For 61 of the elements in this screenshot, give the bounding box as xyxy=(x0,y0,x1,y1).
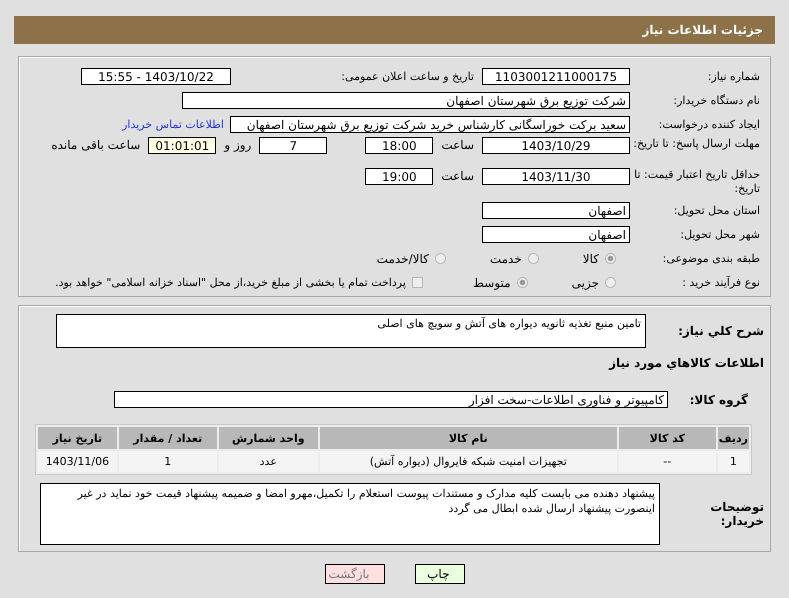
field-label: ایجاد کننده درخواست: xyxy=(658,118,761,131)
radio-button[interactable] xyxy=(605,253,616,264)
days-field: 7 xyxy=(259,137,328,154)
column-header: نام کالا xyxy=(320,427,617,449)
field-label: شهر محل تحویل: xyxy=(679,228,761,241)
table-cell: 1 xyxy=(718,451,749,472)
radio-button[interactable] xyxy=(434,253,446,264)
table-cell: -- xyxy=(618,451,716,472)
date-field: 1403/11/30 xyxy=(482,168,630,185)
field-label: مهلت ارسال پاسخ: تا تاریخ: xyxy=(632,137,761,151)
field-label: تاریخ و ساعت اعلان عمومی: xyxy=(340,70,475,83)
field-label: توضیحات خریدار: xyxy=(709,500,765,528)
field-label: ساعت xyxy=(440,168,475,185)
radio-label: کالا/خدمت xyxy=(376,252,429,266)
requester-field: سعید برکت خوراسگانی کارشناس خرید شرکت توزیع برق شهرستان اصفهان xyxy=(230,116,630,133)
field-label: استان محل تحویل: xyxy=(672,204,761,217)
checkbox-label: پرداخت تمام یا بخشی از مبلغ خرید،از محل "اسناد خزانه اسلامی" خواهد بود. xyxy=(55,276,406,289)
action-button[interactable]: چاپ xyxy=(414,564,464,584)
radio-label: جزیی xyxy=(572,276,599,290)
column-header: کد کالا xyxy=(618,427,716,449)
column-header: واحد شمارش xyxy=(218,427,318,449)
column-header: تعداد / مقدار xyxy=(118,427,217,449)
column-header: رديف xyxy=(718,427,749,449)
buyer-notes-field: پیشنهاد دهنده می بایست کلیه مدارک و مستندات پیوست استعلام را تکمیل،مهرو امضا و ضمیمه پیشنهاد قیمت خود نماید در غیر اینصورت پیشنهاد ارسال شده ابطال می گردد xyxy=(40,483,660,545)
time-field: 18:00 xyxy=(365,137,434,154)
field-label: گروه کالا: xyxy=(688,392,749,406)
action-button[interactable]: بازگشت xyxy=(324,564,384,584)
field-label: ساعت xyxy=(440,137,475,154)
buyer-field: شرکت توزیع برق شهرستان اصفهان xyxy=(182,92,630,109)
section-title: اطلاعات کالاهاي مورد نياز xyxy=(609,356,765,370)
table-cell: 1403/11/06 xyxy=(38,451,117,472)
table-cell: 1 xyxy=(118,451,217,472)
radio-label: متوسط xyxy=(472,276,511,290)
buyer-contact-link[interactable]: اطلاعات تماس خریدار xyxy=(122,118,230,131)
field-label: شماره نیاز: xyxy=(706,70,761,83)
field-label: نوع فرآیند خرید : xyxy=(681,276,761,289)
radio-button[interactable] xyxy=(605,277,616,288)
field-label: طبقه بندی موضوعی: xyxy=(662,252,761,265)
city-field: اصفهان xyxy=(482,226,630,243)
table-cell: تجهیزات امنیت شبکه فایروال (دیواره آتش) xyxy=(320,451,617,472)
radio-label: خدمت xyxy=(490,252,522,266)
field-label: حداقل تاریخ اعتبار قیمت: تا تاریخ: xyxy=(633,168,761,196)
field-label: ساعت باقی مانده xyxy=(50,137,142,154)
time-field: 19:00 xyxy=(365,168,434,185)
announce-date-field: 1403/10/22 - 15:55 xyxy=(81,68,231,85)
province-field: اصفهان xyxy=(482,202,630,219)
radio-button[interactable] xyxy=(528,253,539,264)
goods-group-field: کامپیوتر و فناوری اطلاعات-سخت افزار xyxy=(114,391,668,408)
table-cell: عدد xyxy=(218,451,318,472)
date-field: 1403/10/29 xyxy=(482,137,630,154)
radio-button[interactable] xyxy=(516,277,528,288)
column-header: تاریخ نیاز xyxy=(38,427,117,449)
page-title: جزئیات اطلاعات نیاز xyxy=(642,23,763,37)
need-number-field: 1103001211000175 xyxy=(482,68,630,85)
checkbox[interactable] xyxy=(412,277,423,288)
remaining-time-field: 01:01:01 xyxy=(148,137,216,154)
description-field: تامین منبع تغذیه ثانویه دیواره های آتش و سویچ های اصلی xyxy=(56,314,646,348)
field-label: نام دستگاه خریدار: xyxy=(672,94,761,107)
radio-label: کالا xyxy=(582,252,599,266)
field-label: شرح کلي نياز: xyxy=(677,324,765,338)
field-label: روز و xyxy=(222,137,252,154)
